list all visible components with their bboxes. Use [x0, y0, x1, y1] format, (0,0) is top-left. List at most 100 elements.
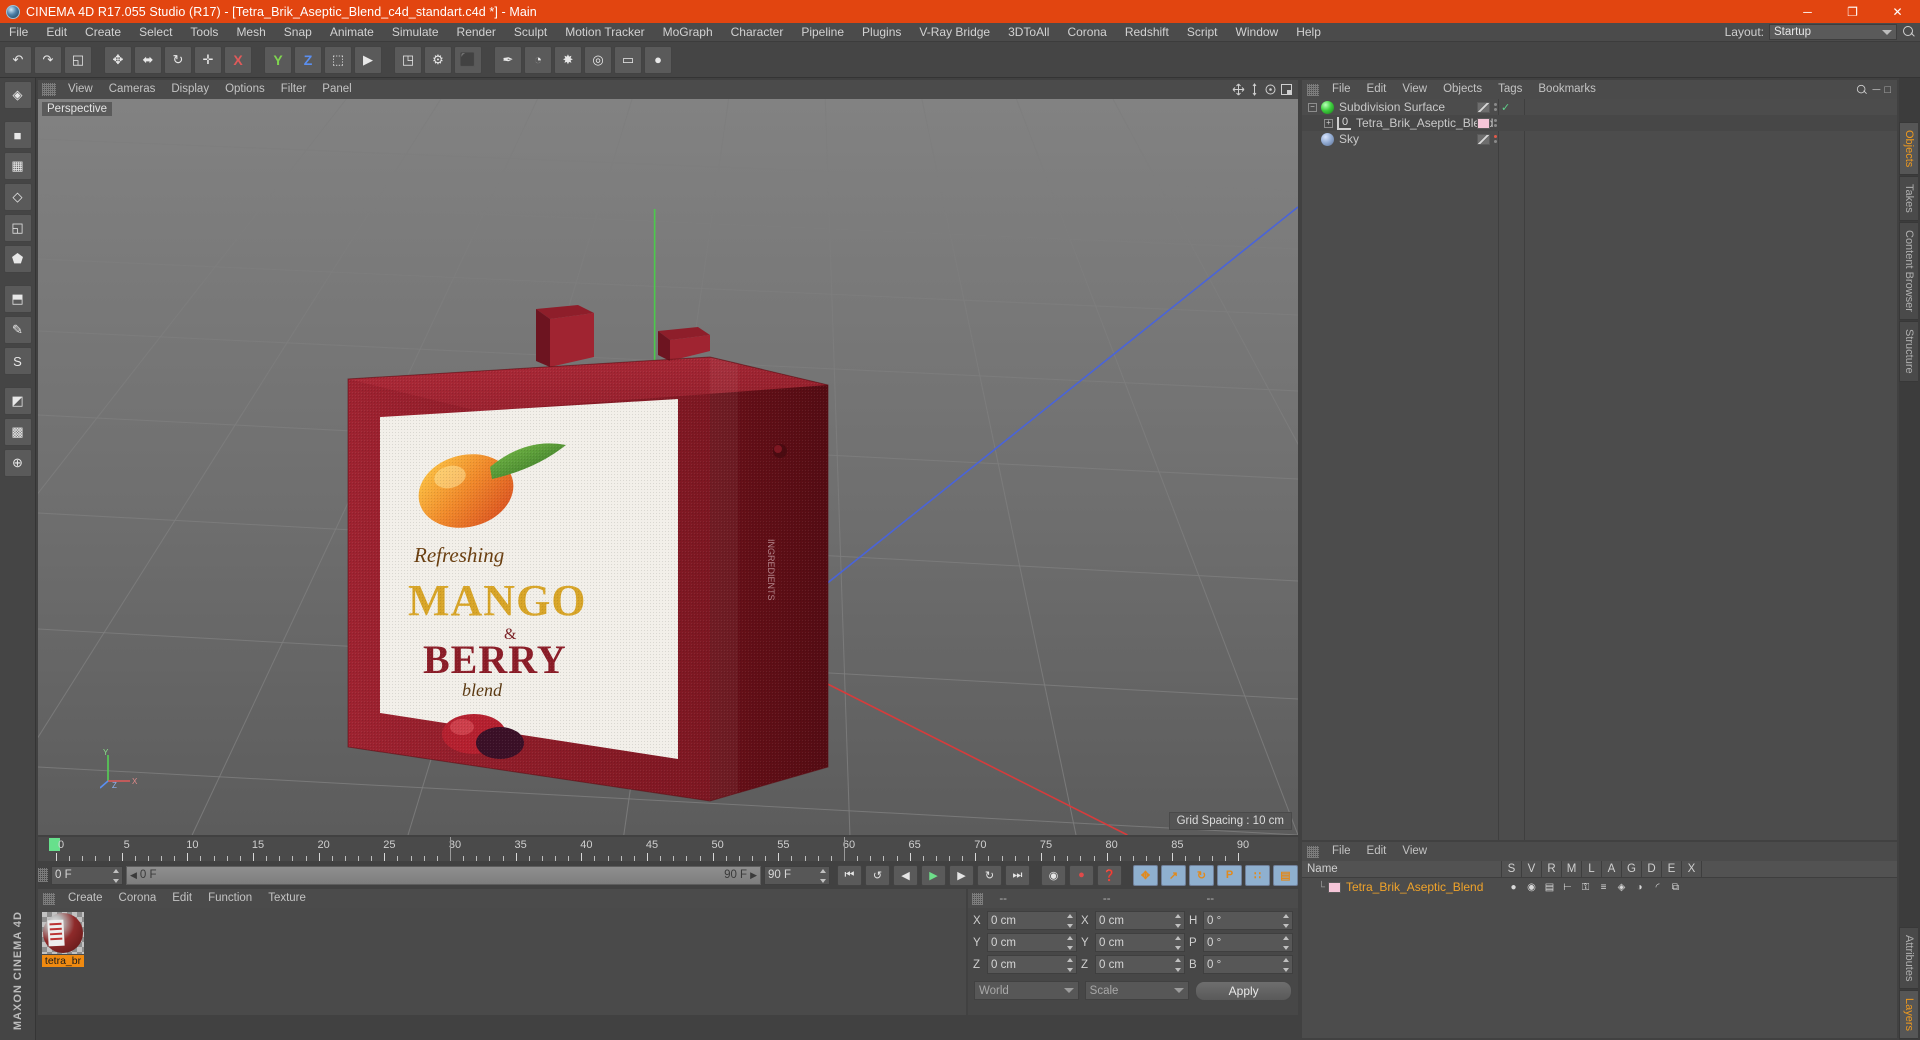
- panel-grip-icon[interactable]: [43, 892, 55, 905]
- coord-mode-dropdown[interactable]: Scale: [1084, 981, 1190, 1000]
- spline-pen-button[interactable]: ✒: [494, 45, 522, 74]
- menu-create[interactable]: Create: [76, 23, 130, 42]
- move-axis-button[interactable]: ✛: [194, 45, 222, 74]
- stepper-icon[interactable]: [1067, 914, 1074, 928]
- visibility-dots-icon[interactable]: [1494, 119, 1497, 127]
- play-forward-loop-button[interactable]: ↻: [977, 864, 1002, 886]
- stepper-icon[interactable]: [1283, 958, 1290, 972]
- layer-rows[interactable]: └ Tetra_Brik_Aseptic_Blend ● ◉ ▤ ⊢ ⚿ ≡ ◈ ◑ ◜ ⧉: [1302, 878, 1897, 1038]
- visibility-dots-icon[interactable]: [1494, 135, 1497, 143]
- rotation-key-button[interactable]: ↻: [1189, 864, 1214, 886]
- tab-structure[interactable]: Structure: [1899, 320, 1918, 382]
- generator-button[interactable]: ◔: [524, 45, 552, 74]
- search-icon[interactable]: [1902, 25, 1916, 39]
- tool-texture-mode[interactable]: ▦: [3, 152, 32, 180]
- cube-primitive-button[interactable]: ⬛: [454, 45, 482, 74]
- render-view-button[interactable]: ▶: [354, 45, 382, 74]
- maximize-panel-icon[interactable]: □: [1884, 84, 1891, 96]
- material-menu-edit[interactable]: Edit: [164, 889, 200, 908]
- menu-select[interactable]: Select: [130, 23, 181, 42]
- layer-icon[interactable]: ≡: [1597, 881, 1610, 894]
- select-live-button[interactable]: ◱: [64, 45, 92, 74]
- layer-column-header[interactable]: V: [1522, 860, 1542, 878]
- lock-x-axis-button[interactable]: X: [224, 45, 252, 74]
- timeline-button[interactable]: ▤: [1273, 864, 1298, 886]
- xpresso-icon[interactable]: ⧉: [1669, 881, 1682, 894]
- range-right-arrow-icon[interactable]: ▶: [750, 870, 757, 881]
- move-view-icon[interactable]: [1232, 83, 1245, 96]
- coord-size-field[interactable]: 0 cm: [1095, 933, 1185, 952]
- panel-grip-icon[interactable]: [38, 868, 48, 882]
- panel-grip-icon[interactable]: [1307, 845, 1319, 858]
- light-button[interactable]: ●: [644, 45, 672, 74]
- layout-dropdown[interactable]: Startup: [1769, 24, 1897, 40]
- viewport-menu-view[interactable]: View: [60, 80, 101, 99]
- deform-icon[interactable]: ◈: [1615, 881, 1628, 894]
- layer-column-header[interactable]: L: [1582, 860, 1602, 878]
- rotate-tool-button[interactable]: ↻: [164, 45, 192, 74]
- menu-plugins[interactable]: Plugins: [853, 23, 910, 42]
- minimize-panel-icon[interactable]: ─: [1873, 84, 1881, 96]
- redo-button[interactable]: ↷: [34, 45, 62, 74]
- scale-view-icon[interactable]: [1248, 83, 1261, 96]
- stepper-icon[interactable]: [1175, 914, 1182, 928]
- object-menu-file[interactable]: File: [1324, 80, 1359, 99]
- position-key-button[interactable]: ✥: [1133, 864, 1158, 886]
- layer-color-swatch[interactable]: [1328, 881, 1341, 893]
- tab-takes[interactable]: Takes: [1899, 176, 1918, 222]
- unlocked-icon[interactable]: ⚿: [1579, 881, 1592, 894]
- constraint-icon[interactable]: ⊢: [1561, 881, 1574, 894]
- timeline-range-bar[interactable]: ◀ 0 F 90 F ▶: [126, 865, 761, 885]
- coord-space-dropdown[interactable]: World: [974, 981, 1079, 1000]
- menu-animate[interactable]: Animate: [321, 23, 383, 42]
- perspective-viewport[interactable]: Refreshing MANGO & BERRY blend: [38, 99, 1298, 835]
- scale-key-button[interactable]: ↗: [1161, 864, 1186, 886]
- tab-content-browser[interactable]: Content Browser: [1899, 222, 1918, 320]
- menu-render[interactable]: Render: [448, 23, 505, 42]
- coord-size-field[interactable]: 0 cm: [1095, 955, 1185, 974]
- tool-polygon-mode[interactable]: ⬟: [3, 245, 32, 273]
- viewport-menu-filter[interactable]: Filter: [273, 80, 315, 99]
- range-left-arrow-icon[interactable]: ◀: [130, 870, 137, 881]
- deformer-button[interactable]: ✸: [554, 45, 582, 74]
- menu-tools[interactable]: Tools: [181, 23, 227, 42]
- layer-column-header[interactable]: D: [1642, 860, 1662, 878]
- dot-icon[interactable]: ●: [1507, 881, 1520, 894]
- stepper-icon[interactable]: [1175, 958, 1182, 972]
- object-menu-tags[interactable]: Tags: [1490, 80, 1530, 99]
- menu-script[interactable]: Script: [1178, 23, 1227, 42]
- tab-attributes[interactable]: Attributes: [1899, 926, 1918, 989]
- menu-3dtoall[interactable]: 3DToAll: [999, 23, 1058, 42]
- tool-enable-axis[interactable]: ⊕: [3, 449, 32, 477]
- menu-window[interactable]: Window: [1227, 23, 1288, 42]
- viewport-menu-cameras[interactable]: Cameras: [101, 80, 164, 99]
- menu-character[interactable]: Character: [722, 23, 793, 42]
- play-forwards-button[interactable]: ▶: [921, 864, 946, 886]
- layer-menu-view[interactable]: View: [1394, 842, 1435, 861]
- menu-pipeline[interactable]: Pipeline: [792, 23, 853, 42]
- material-menu-function[interactable]: Function: [200, 889, 260, 908]
- menu-help[interactable]: Help: [1287, 23, 1330, 42]
- render-icon[interactable]: ▤: [1543, 881, 1556, 894]
- play-backwards-button[interactable]: ↺: [865, 864, 890, 886]
- record-active-objects-button[interactable]: ◉: [1041, 864, 1066, 886]
- no-material-icon[interactable]: [1477, 133, 1490, 145]
- stepper-icon[interactable]: [1067, 958, 1074, 972]
- current-frame-field[interactable]: 0 F: [51, 865, 123, 885]
- tool-brush[interactable]: ✎: [3, 316, 32, 344]
- object-row[interactable]: +0 Tetra_Brik_Aseptic_Blend: [1302, 115, 1897, 131]
- stepper-icon[interactable]: [1175, 936, 1182, 950]
- search-icon[interactable]: [1856, 84, 1868, 96]
- undo-button[interactable]: ↶: [4, 45, 32, 74]
- rotate-view-icon[interactable]: [1264, 83, 1277, 96]
- material-menu-texture[interactable]: Texture: [260, 889, 314, 908]
- coord-size-field[interactable]: 0 cm: [1095, 911, 1185, 930]
- material-menu-corona[interactable]: Corona: [111, 889, 165, 908]
- world-object-coord-button[interactable]: ⬚: [324, 45, 352, 74]
- tool-workplane[interactable]: ⬒: [3, 285, 32, 313]
- stepper-icon[interactable]: [820, 868, 827, 883]
- material-tag-icon[interactable]: [1477, 117, 1490, 129]
- menu-redshift[interactable]: Redshift: [1116, 23, 1178, 42]
- layer-column-header[interactable]: A: [1602, 860, 1622, 878]
- menu-edit[interactable]: Edit: [37, 23, 76, 42]
